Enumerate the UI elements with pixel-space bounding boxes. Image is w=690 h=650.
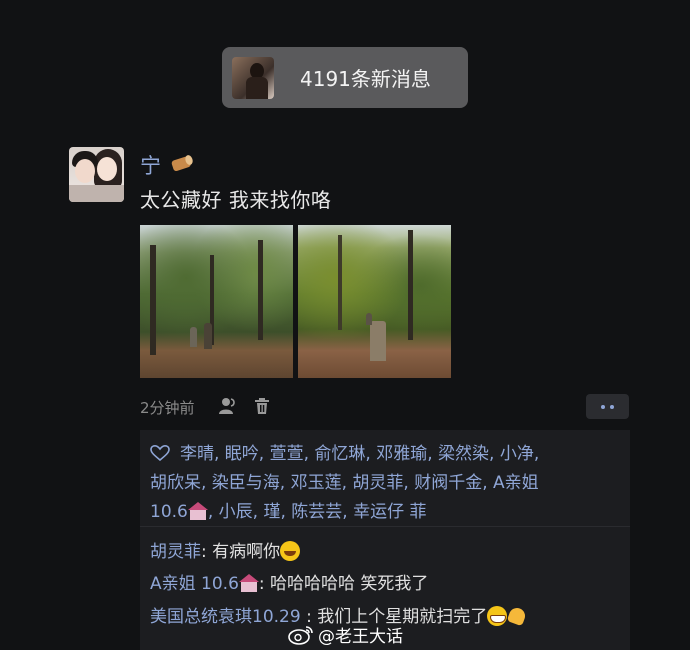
comment-author[interactable]: 美国总统袁琪10.29 [150, 607, 301, 627]
comment-author[interactable]: A亲姐 10.6 [150, 574, 239, 594]
post-text: 太公藏好 我来找你咯 [140, 188, 332, 212]
watermark: @老王大话 [288, 622, 403, 647]
person-icon[interactable] [218, 397, 238, 415]
heart-icon [150, 445, 170, 461]
more-button[interactable] [586, 394, 629, 419]
post-photo-2[interactable] [298, 225, 451, 378]
new-messages-pill[interactable]: 4191条新消息 [222, 47, 468, 108]
new-messages-label: 4191条新消息 [300, 67, 431, 91]
likes-list: 李晴, 眠吟, 萱萱, 俞忆琳, 邓雅瑜, 梁然染, 小净, 胡欣呆, 染臣与海… [150, 440, 620, 527]
house-emoji-icon [238, 574, 259, 592]
post-photo-1[interactable] [140, 225, 293, 378]
divider [140, 526, 630, 527]
comment-item[interactable]: 胡灵菲: 有病啊你 [150, 537, 301, 562]
watermark-text: @老王大话 [318, 627, 403, 647]
post-time: 2分钟前 [140, 399, 195, 417]
sender-avatar[interactable] [69, 147, 124, 202]
new-messages-avatar [232, 56, 274, 99]
comment-text: 哈哈哈哈哈 笑死我了 [270, 574, 429, 594]
likes-line-3b: , 小辰, 瑾, 陈芸芸, 幸运仔 菲 [207, 502, 427, 522]
weibo-icon [288, 625, 313, 645]
wood-icon [171, 155, 193, 172]
likes-line-2: 胡欣呆, 染臣与海, 邓玉莲, 胡灵菲, 财阀千金, A亲姐 [150, 473, 539, 493]
comment-text: 有病啊你 [212, 542, 281, 562]
comment-author[interactable]: 胡灵菲 [150, 542, 201, 562]
laughing-emoji-icon [280, 541, 301, 561]
dot-icon [601, 404, 605, 409]
likes-line-1: 李晴, 眠吟, 萱萱, 俞忆琳, 邓雅瑜, 梁然染, 小净, [180, 444, 540, 464]
clapping-hands-emoji-icon [507, 606, 527, 626]
comment-item[interactable]: A亲姐 10.6: 哈哈哈哈哈 笑死我了 [150, 569, 428, 594]
grinning-emoji-icon [487, 606, 508, 626]
likes-line-3a: 10.6 [150, 502, 188, 522]
trash-icon[interactable] [253, 397, 271, 415]
sender-name[interactable]: 宁 [140, 150, 161, 180]
house-emoji-icon [187, 502, 208, 520]
dot-icon [610, 404, 614, 409]
